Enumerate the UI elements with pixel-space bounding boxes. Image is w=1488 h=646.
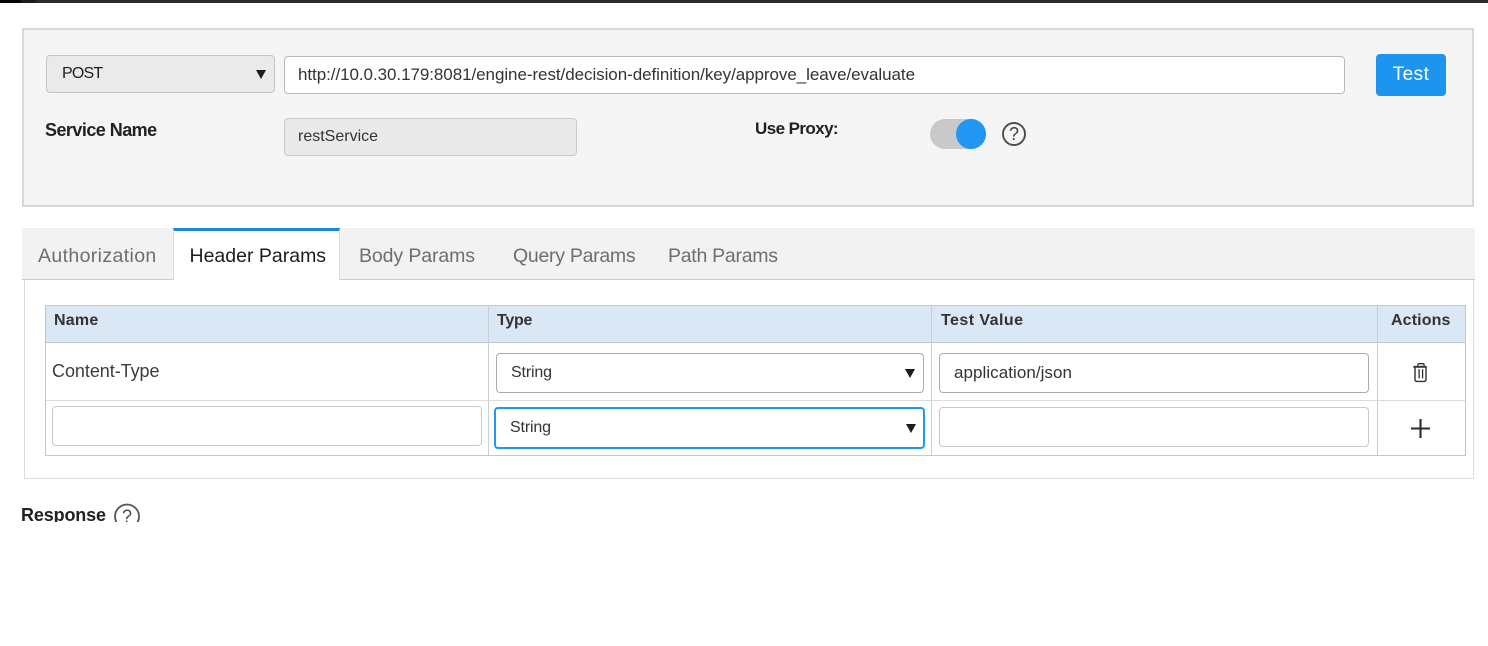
svg-text:?: ? — [122, 506, 132, 522]
svg-text:?: ? — [1009, 124, 1019, 144]
